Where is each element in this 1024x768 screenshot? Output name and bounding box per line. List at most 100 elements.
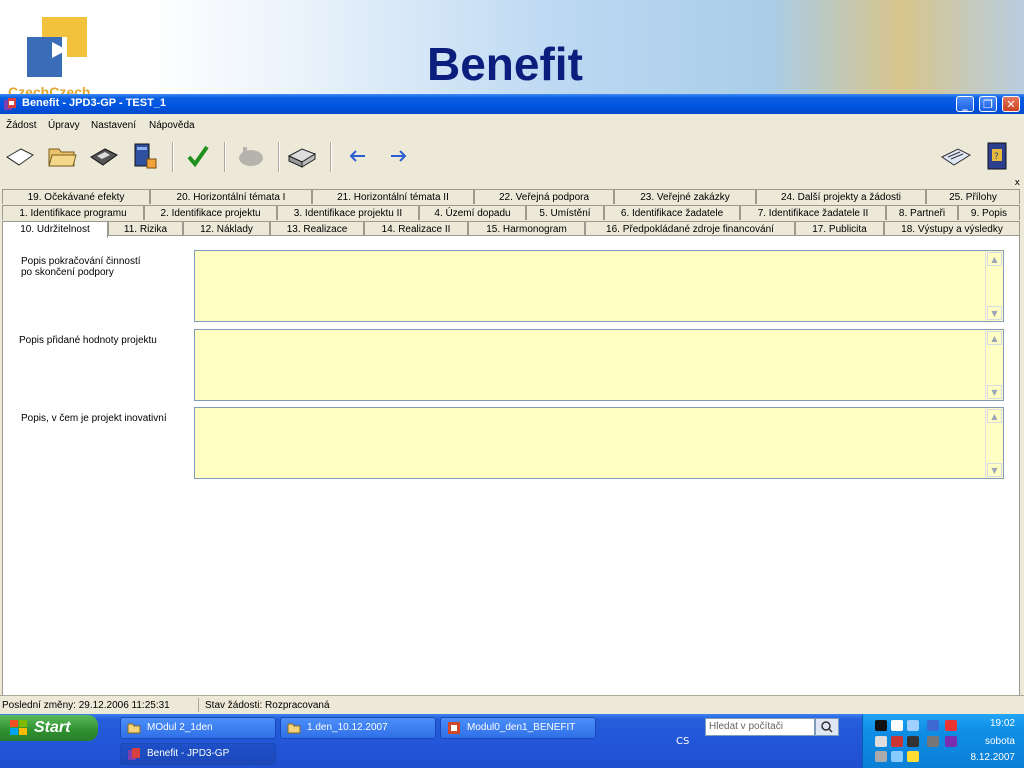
scroll-down-icon[interactable]: ▼ xyxy=(987,463,1002,477)
tab-identifikace-projektu[interactable]: 2. Identifikace projektu xyxy=(144,205,277,220)
tab-ocekavane-efekty[interactable]: 19. Očekávané efekty xyxy=(2,189,150,204)
tray-app-icon[interactable] xyxy=(907,751,919,762)
cc-logo-icon xyxy=(27,17,87,77)
check-icon[interactable] xyxy=(182,140,214,172)
app-window: Benefit - JPD3-GP - TEST_1 _ ❐ ✕ Žádost … xyxy=(0,94,1024,714)
menu-napoveda[interactable]: Nápověda xyxy=(149,120,195,131)
print-icon[interactable] xyxy=(286,140,318,172)
scroll-up-icon[interactable]: ▲ xyxy=(987,331,1002,345)
tab-publicita[interactable]: 17. Publicita xyxy=(795,221,884,236)
tab-panel: Popis pokračování činností po skončení po… xyxy=(2,235,1020,696)
scrollbar[interactable]: ▲ ▼ xyxy=(985,408,1003,478)
clock-date: 8.12.2007 xyxy=(970,752,1016,763)
svg-text:?: ? xyxy=(994,152,999,162)
tab-harmonogram[interactable]: 15. Harmonogram xyxy=(468,221,585,236)
tab-popis[interactable]: 9. Popis xyxy=(958,205,1020,220)
tab-vystupy-vysledky[interactable]: 18. Výstupy a výsledky xyxy=(884,221,1020,236)
tray-app-icon[interactable] xyxy=(907,736,919,747)
task-benefit[interactable]: Benefit - JPD3-GP xyxy=(120,743,276,765)
panel-close-button[interactable]: x xyxy=(1015,178,1020,188)
arrow-left-icon[interactable] xyxy=(342,140,374,172)
search-button[interactable] xyxy=(815,718,839,736)
tray-app-icon[interactable] xyxy=(945,736,957,747)
help-book-icon[interactable]: ? xyxy=(982,140,1014,172)
menu-bar: Žádost Úpravy Nastavení Nápověda xyxy=(0,114,1024,136)
tab-umisteni[interactable]: 5. Umístění xyxy=(526,205,604,220)
tab-rizika[interactable]: 11. Rizika xyxy=(108,221,183,236)
tray-app-icon[interactable] xyxy=(891,720,903,731)
tab-verejna-podpora[interactable]: 22. Veřejná podpora xyxy=(474,189,614,204)
hand-icon[interactable] xyxy=(234,140,266,172)
scrollbar[interactable]: ▲ ▼ xyxy=(985,251,1003,321)
tab-verejne-zakazky[interactable]: 23. Veřejné zakázky xyxy=(614,189,756,204)
menu-zadost[interactable]: Žádost xyxy=(6,120,37,131)
toolbar: ? xyxy=(0,136,1024,178)
tab-udrzitelnost[interactable]: 10. Udržitelnost xyxy=(2,221,108,238)
start-button[interactable]: Start xyxy=(0,715,98,741)
open-folder-icon[interactable] xyxy=(46,140,78,172)
scroll-down-icon[interactable]: ▼ xyxy=(987,306,1002,320)
close-button[interactable]: ✕ xyxy=(1002,96,1020,112)
language-indicator[interactable]: CS xyxy=(676,736,689,747)
task-modul0[interactable]: Modul0_den1_BENEFIT xyxy=(440,717,596,739)
restore-button[interactable]: ❐ xyxy=(979,96,997,112)
field-label-inovativni: Popis, v čem je projekt inovativní xyxy=(21,413,167,424)
field-label-pridana-hodnota: Popis přidané hodnoty projektu xyxy=(19,335,157,346)
windows-flag-icon xyxy=(10,720,27,735)
task-1den[interactable]: 1.den_10.12.2007 xyxy=(280,717,436,739)
tab-prilohy[interactable]: 25. Přílohy xyxy=(926,189,1020,204)
tab-identifikace-zadatele[interactable]: 6. Identifikace žadatele xyxy=(604,205,740,220)
field-pokracovani[interactable]: ▲ ▼ xyxy=(194,250,1004,322)
status-bar: Poslední změny: 29.12.2006 11:25:31 Stav… xyxy=(0,695,1024,714)
field-pridana-hodnota[interactable]: ▲ ▼ xyxy=(194,329,1004,401)
tab-partneri[interactable]: 8. Partneři xyxy=(886,205,958,220)
field-inovativni[interactable]: ▲ ▼ xyxy=(194,407,1004,479)
pridana-hodnota-textarea[interactable] xyxy=(195,330,985,400)
tab-identifikace-projektu-2[interactable]: 3. Identifikace projektu II xyxy=(277,205,419,220)
taskbar: Start MOdul 2_1den 1.den_10.12.2007 Modu… xyxy=(0,714,1024,768)
clock-time[interactable]: 19:02 xyxy=(990,718,1015,729)
scroll-up-icon[interactable]: ▲ xyxy=(987,252,1002,266)
tab-identifikace-programu[interactable]: 1. Identifikace programu xyxy=(2,205,144,220)
field-label-pokracovani: Popis pokračování činností po skončení po… xyxy=(21,256,141,278)
task-modul2[interactable]: MOdul 2_1den xyxy=(120,717,276,739)
new-document-icon[interactable] xyxy=(4,140,36,172)
status-state: Stav žádosti: Rozpracovaná xyxy=(205,700,330,711)
title-bar[interactable]: Benefit - JPD3-GP - TEST_1 _ ❐ ✕ xyxy=(0,94,1024,114)
scroll-up-icon[interactable]: ▲ xyxy=(987,409,1002,423)
tab-uzemi-dopadu[interactable]: 4. Území dopadu xyxy=(419,205,526,220)
tray-app-icon[interactable] xyxy=(945,720,957,731)
menu-upravy[interactable]: Úpravy xyxy=(48,120,80,131)
tab-dalsi-projekty[interactable]: 24. Další projekty a žádosti xyxy=(756,189,926,204)
tab-realizace-2[interactable]: 14. Realizace II xyxy=(364,221,468,236)
arrow-right-icon[interactable] xyxy=(382,140,414,172)
tab-horizontalni-temata-1[interactable]: 20. Horizontální témata I xyxy=(150,189,312,204)
tray-app-icon[interactable] xyxy=(875,736,887,747)
tray-app-icon[interactable] xyxy=(875,720,887,731)
tab-naklady[interactable]: 12. Náklady xyxy=(183,221,270,236)
menu-nastaveni[interactable]: Nastavení xyxy=(91,120,136,131)
scroll-down-icon[interactable]: ▼ xyxy=(987,385,1002,399)
app-icon xyxy=(128,748,140,760)
tray-app-icon[interactable] xyxy=(927,736,939,747)
folder-icon xyxy=(287,723,301,734)
tray-app-icon[interactable] xyxy=(927,720,939,731)
mail-icon[interactable] xyxy=(940,140,972,172)
pokracovani-textarea[interactable] xyxy=(195,251,985,321)
search-input[interactable]: Hledat v počítači xyxy=(705,718,815,736)
task-label: MOdul 2_1den xyxy=(147,722,213,733)
tab-predpokladane-zdroje[interactable]: 16. Předpokládané zdroje financování xyxy=(585,221,795,236)
tray-app-icon[interactable] xyxy=(891,751,903,762)
server-send-icon[interactable] xyxy=(128,140,160,172)
inovativni-textarea[interactable] xyxy=(195,408,985,478)
banner-title: Benefit xyxy=(427,38,583,90)
save-disk-icon[interactable] xyxy=(88,140,120,172)
minimize-button[interactable]: _ xyxy=(956,96,974,112)
tab-horizontalni-temata-2[interactable]: 21. Horizontální témata II xyxy=(312,189,474,204)
tray-app-icon[interactable] xyxy=(907,720,919,731)
tray-app-icon[interactable] xyxy=(891,736,903,747)
tab-identifikace-zadatele-2[interactable]: 7. Identifikace žadatele II xyxy=(740,205,886,220)
scrollbar[interactable]: ▲ ▼ xyxy=(985,330,1003,400)
tab-realizace[interactable]: 13. Realizace xyxy=(270,221,364,236)
tray-app-icon[interactable] xyxy=(875,751,887,762)
